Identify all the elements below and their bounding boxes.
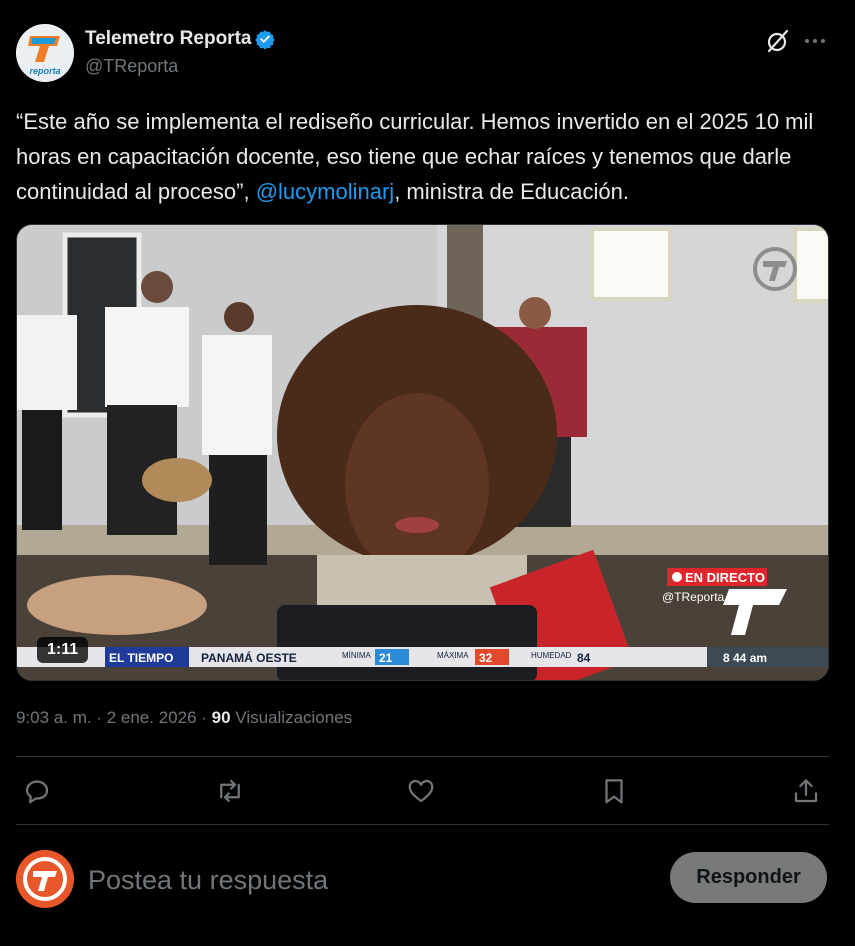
author-name-text[interactable]: Telemetro Reporta bbox=[85, 28, 251, 50]
ticker-section: EL TIEMPO bbox=[109, 651, 173, 665]
meta-separator: · bbox=[91, 708, 107, 727]
live-badge-text: EN DIRECTO bbox=[685, 570, 765, 585]
reply-button[interactable]: Responder bbox=[670, 852, 827, 903]
author-avatar[interactable]: reporta bbox=[16, 24, 74, 82]
tweet: reporta Telemetro Reporta @TReporta “Est… bbox=[0, 0, 855, 946]
reply-composer: Responder bbox=[16, 850, 829, 910]
verified-badge-icon[interactable] bbox=[255, 29, 276, 50]
ticker-humidity-label: HUMEDAD bbox=[531, 651, 572, 660]
tweet-date[interactable]: 2 ene. 2026 bbox=[107, 708, 197, 727]
ticker-min-value: 21 bbox=[379, 651, 393, 665]
meta-separator-2: · bbox=[196, 708, 212, 727]
divider-bottom bbox=[16, 824, 829, 825]
svg-text:reporta: reporta bbox=[29, 66, 60, 76]
ticker-max-value: 32 bbox=[479, 651, 493, 665]
tweet-text: “Este año se implementa el rediseño curr… bbox=[16, 104, 826, 209]
ticker-humidity-value: 84 bbox=[577, 651, 591, 665]
grok-icon[interactable] bbox=[765, 28, 791, 54]
views-count[interactable]: 90 bbox=[212, 708, 231, 727]
share-icon[interactable] bbox=[791, 776, 821, 806]
reply-icon[interactable] bbox=[22, 776, 52, 806]
user-avatar[interactable] bbox=[16, 850, 74, 908]
tweet-time[interactable]: 9:03 a. m. bbox=[16, 708, 92, 727]
more-options-icon[interactable] bbox=[802, 28, 828, 54]
author-names: Telemetro Reporta @TReporta bbox=[85, 28, 276, 77]
tweet-header: reporta Telemetro Reporta @TReporta bbox=[16, 24, 836, 84]
like-icon[interactable] bbox=[406, 776, 436, 806]
video-player[interactable]: EN DIRECTO @TReporta EL TIEMPO PANAMÁ OE… bbox=[16, 224, 829, 681]
retweet-icon[interactable] bbox=[215, 776, 245, 806]
reply-input[interactable] bbox=[88, 864, 648, 896]
channel-handle-text: @TReporta bbox=[662, 590, 725, 604]
video-frame: EN DIRECTO @TReporta EL TIEMPO PANAMÁ OE… bbox=[17, 225, 828, 680]
divider-top bbox=[16, 756, 829, 757]
video-duration: 1:11 bbox=[37, 637, 89, 663]
ticker-max-label: MÁXIMA bbox=[437, 651, 469, 660]
author-handle[interactable]: @TReporta bbox=[85, 56, 275, 77]
author-display-name[interactable]: Telemetro Reporta bbox=[85, 28, 276, 50]
views-label[interactable]: Visualizaciones bbox=[235, 708, 352, 727]
ticker-min-label: MÍNIMA bbox=[342, 651, 372, 660]
tweet-meta: 9:03 a. m. · 2 ene. 2026 · 90 Visualizac… bbox=[16, 708, 352, 728]
bookmark-icon[interactable] bbox=[599, 776, 629, 806]
tweet-text-tail: , ministra de Educación. bbox=[394, 179, 629, 204]
action-bar bbox=[16, 764, 829, 818]
ticker-location: PANAMÁ OESTE bbox=[201, 650, 297, 665]
mention-link[interactable]: @lucymolinarj bbox=[256, 179, 394, 204]
ticker-time: 8 44 am bbox=[723, 651, 767, 665]
